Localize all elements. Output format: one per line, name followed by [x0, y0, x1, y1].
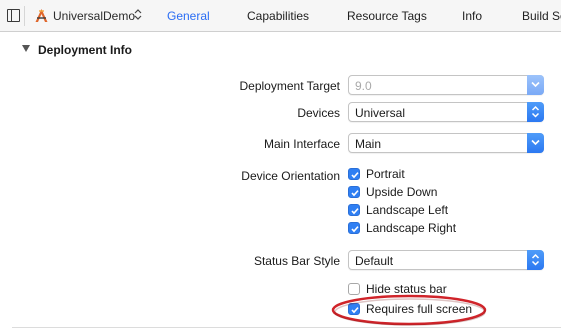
tab-capabilities[interactable]: Capabilities [247, 9, 309, 23]
deployment-target-popup[interactable]: 9.0 [348, 75, 544, 95]
checkbox[interactable] [348, 204, 360, 216]
main-interface-value: Main [355, 137, 382, 151]
checkbox-label: Requires full screen [366, 302, 473, 316]
chevron-updown-icon [531, 253, 540, 266]
chevron-down-icon [531, 139, 540, 146]
checkmark-icon [351, 226, 359, 233]
checkbox[interactable] [348, 222, 360, 234]
checkbox-label: Portrait [366, 167, 405, 181]
section-title: Deployment Info [38, 43, 133, 57]
devices-popup[interactable]: Universal [348, 102, 544, 122]
deployment-target-label: Deployment Target [239, 79, 341, 93]
checkbox[interactable] [348, 283, 360, 295]
chevron-updown-icon[interactable] [134, 8, 142, 21]
chevron-updown-icon [531, 105, 540, 118]
status-bar-style-popup[interactable]: Default [348, 250, 544, 270]
checkbox[interactable] [348, 303, 360, 315]
popup-arrow [527, 75, 544, 95]
checkmark-icon [351, 208, 359, 215]
toolbar-divider [24, 6, 25, 26]
disclosure-triangle-icon[interactable] [22, 45, 30, 52]
tab-build-settings[interactable]: Build Se [522, 9, 561, 23]
status-bar-style-label: Status Bar Style [253, 254, 340, 268]
app-target-icon [35, 9, 48, 22]
target-selector[interactable]: UniversalDemo [53, 9, 135, 23]
main-interface-label: Main Interface [263, 137, 340, 151]
sidebar-toggle-icon[interactable] [7, 9, 20, 22]
chevron-down-icon [531, 81, 540, 88]
deployment-target-value: 9.0 [355, 79, 372, 93]
checkbox-label: Landscape Right [366, 221, 457, 235]
checkmark-icon [351, 307, 359, 314]
editor-toolbar: UniversalDemo General Capabilities Resou… [0, 0, 561, 32]
tab-resource-tags[interactable]: Resource Tags [347, 9, 427, 23]
main-interface-combo[interactable]: Main [348, 133, 544, 153]
checkbox-label: Upside Down [366, 185, 438, 199]
tab-info[interactable]: Info [462, 9, 482, 23]
checkbox[interactable] [348, 186, 360, 198]
checkbox-label: Landscape Left [366, 203, 449, 217]
popup-arrow [527, 250, 544, 270]
device-orientation-label: Device Orientation [241, 169, 340, 183]
checkbox-label: Hide status bar [366, 282, 447, 296]
devices-value: Universal [355, 106, 406, 120]
checkmark-icon [351, 172, 359, 179]
devices-label: Devices [297, 106, 340, 120]
status-bar-style-value: Default [355, 254, 394, 268]
divider [12, 327, 561, 328]
tab-general[interactable]: General [167, 9, 210, 23]
checkmark-icon [351, 190, 359, 197]
popup-arrow [527, 133, 544, 153]
checkbox[interactable] [348, 168, 360, 180]
popup-arrow [527, 102, 544, 122]
